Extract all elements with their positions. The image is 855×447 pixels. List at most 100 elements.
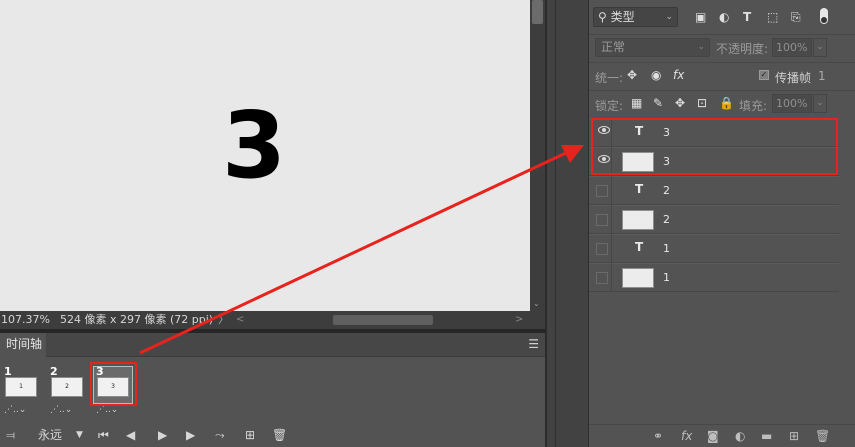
status-bar: 107.37% 524 像素 x 297 像素 (72 ppi) 〉 < > (0, 311, 545, 329)
play-icon[interactable]: ▶ (158, 427, 167, 443)
text-layer-icon: T (635, 240, 644, 254)
blend-mode-value: 正常 (601, 40, 626, 54)
timeline-frame-1[interactable]: 1 1 ⋰..⌄ (0, 365, 42, 419)
layer-row[interactable]: 1 (589, 263, 839, 292)
lock-position-icon[interactable]: ✥ (675, 96, 685, 110)
document-canvas[interactable]: 3 (0, 0, 530, 311)
layers-highlight-box (591, 118, 838, 175)
scroll-down-icon[interactable]: ⌄ (533, 299, 540, 308)
layer-filter-row: ⚲ 类型 ⌄ ▣ ◐ T ⬚ ⎘ (589, 5, 855, 29)
status-menu-icon[interactable]: 〉 (218, 311, 229, 329)
lock-all-icon[interactable]: 🔒 (719, 96, 734, 110)
pixel-filter-icon[interactable]: ▣ (695, 10, 706, 24)
zoom-level[interactable]: 107.37% (1, 311, 50, 329)
first-frame-icon[interactable]: ⏮ (98, 427, 109, 443)
duplicate-frame-icon[interactable]: ⊞ (245, 427, 255, 443)
lock-row: 锁定: ▦ ✎ ✥ ⊡ 🔒 填充: 100% ⌄ (589, 90, 855, 114)
lock-artboard-icon[interactable]: ⊡ (697, 96, 707, 110)
panel-menu-icon[interactable]: ☰ (528, 337, 539, 351)
timeline-frame-2[interactable]: 2 2 ⋰..⌄ (46, 365, 88, 419)
layer-thumbnail (622, 210, 654, 230)
fill-label: 填充: (739, 99, 768, 113)
opacity-input[interactable]: 100% (772, 38, 812, 57)
timeline-toolbar: ⫤ 永远 ▼ ⏮ ◀ ▶ ▶ ⤳ ⊞ 🗑 (0, 423, 545, 447)
document-info: 524 像素 x 297 像素 (72 ppi) (60, 313, 214, 326)
frame-delay-dropdown[interactable]: ⋰..⌄ (50, 405, 72, 415)
frame-thumbnail: 1 (5, 377, 37, 397)
delete-frame-icon[interactable]: 🗑 (272, 427, 287, 443)
propagate-frame-label: 传播帧 (775, 71, 812, 85)
previous-frame-icon[interactable]: ◀ (126, 427, 135, 443)
filter-toggle[interactable] (820, 8, 828, 24)
adjustment-filter-icon[interactable]: ◐ (719, 10, 729, 24)
lock-pixels-icon[interactable]: ✎ (653, 96, 663, 110)
layer-row[interactable]: 2 (589, 205, 839, 234)
timeline-header: 时间轴 ☰ (0, 333, 545, 357)
unify-visibility-icon[interactable]: ◉ (651, 68, 661, 82)
layer-row[interactable]: T 1 (589, 234, 839, 263)
frame-highlight-box (90, 362, 137, 406)
panel-dock-divider (545, 0, 588, 447)
text-layer-icon: T (635, 182, 644, 196)
visibility-toggle[interactable] (596, 214, 608, 226)
filter-kind-label: 类型 (610, 10, 635, 24)
blend-row: 正常 ⌄ 不透明度: 100% ⌄ (589, 34, 855, 58)
layers-panel: ⚲ 类型 ⌄ ▣ ◐ T ⬚ ⎘ 正常 ⌄ 不透明度: 100% ⌄ 统一: ✥… (588, 0, 855, 447)
propagate-frame-checkbox[interactable]: ✓ (759, 70, 769, 80)
frame-thumbnail: 2 (51, 377, 83, 397)
layer-name[interactable]: 2 (663, 213, 670, 226)
loop-dropdown-icon[interactable]: ▼ (76, 427, 83, 443)
vertical-scrollbar[interactable]: ⌄ (530, 0, 545, 311)
smart-object-filter-icon[interactable]: ⎘ (791, 10, 801, 25)
next-frame-icon[interactable]: ▶ (186, 427, 195, 443)
layer-row[interactable]: T 2 (589, 176, 839, 205)
scroll-right-icon[interactable]: > (515, 311, 523, 329)
lock-label: 锁定: (595, 99, 624, 113)
timeline-panel: 时间轴 ☰ 1 1 ⋰..⌄ 2 2 ⋰..⌄ 3 3 ⋰..⌄ ⫤ 永远 ▼ … (0, 333, 545, 447)
unify-label: 统一: (595, 71, 624, 85)
visibility-toggle[interactable] (596, 185, 608, 197)
layer-thumbnail (622, 268, 654, 288)
add-mask-icon[interactable]: ◙ (707, 429, 719, 443)
search-icon: ⚲ (598, 10, 607, 24)
chevron-down-icon: ⌄ (665, 12, 673, 22)
layer-name[interactable]: 1 (663, 242, 670, 255)
opacity-label: 不透明度: (716, 42, 769, 56)
unify-row: 统一: ✥ ◉ fx ✓ 传播帧 1 (589, 62, 855, 86)
unify-position-icon[interactable]: ✥ (627, 68, 637, 82)
fill-input[interactable]: 100% (772, 94, 812, 113)
opacity-dropdown-icon[interactable]: ⌄ (813, 38, 827, 57)
unify-style-icon[interactable]: fx (673, 68, 684, 82)
photoshop-window: 3 ⌄ 107.37% 524 像素 x 297 像素 (72 ppi) 〉 <… (0, 0, 855, 447)
new-layer-icon[interactable]: ⊞ (789, 429, 799, 443)
lock-transparency-icon[interactable]: ▦ (631, 96, 642, 110)
blend-mode-select[interactable]: 正常 ⌄ (595, 38, 710, 57)
vertical-scroll-thumb[interactable] (532, 0, 543, 24)
layers-toolbar: ⚭ fx ◙ ◐ ▬ ⊞ 🗑 (589, 424, 855, 447)
propagate-frame-value: 1 (818, 69, 826, 83)
chevron-down-icon: ⌄ (697, 42, 705, 52)
convert-timeline-icon[interactable]: ⫤ (6, 427, 15, 443)
scroll-left-icon[interactable]: < (236, 311, 244, 329)
tween-icon[interactable]: ⤳ (215, 427, 225, 443)
type-filter-icon[interactable]: T (743, 10, 751, 24)
divider-line (555, 0, 556, 447)
layer-style-icon[interactable]: fx (681, 429, 692, 443)
frame-delay-dropdown[interactable]: ⋰..⌄ (4, 405, 26, 415)
horizontal-scroll-thumb[interactable] (333, 315, 433, 325)
visibility-toggle[interactable] (596, 272, 608, 284)
canvas-text-layer: 3 (222, 92, 287, 199)
layer-name[interactable]: 1 (663, 271, 670, 284)
delete-layer-icon[interactable]: 🗑 (815, 429, 830, 443)
tab-timeline[interactable]: 时间轴 (0, 333, 46, 357)
filter-kind-select[interactable]: ⚲ 类型 ⌄ (593, 7, 678, 27)
frame-delay-dropdown[interactable]: ⋰..⌄ (96, 405, 118, 415)
new-group-icon[interactable]: ▬ (761, 429, 772, 443)
layer-name[interactable]: 2 (663, 184, 670, 197)
adjustment-layer-icon[interactable]: ◐ (735, 429, 745, 443)
loop-select[interactable]: 永远 (38, 427, 62, 443)
visibility-toggle[interactable] (596, 243, 608, 255)
shape-filter-icon[interactable]: ⬚ (767, 10, 778, 24)
link-layers-icon[interactable]: ⚭ (653, 429, 663, 443)
fill-dropdown-icon[interactable]: ⌄ (813, 94, 827, 113)
